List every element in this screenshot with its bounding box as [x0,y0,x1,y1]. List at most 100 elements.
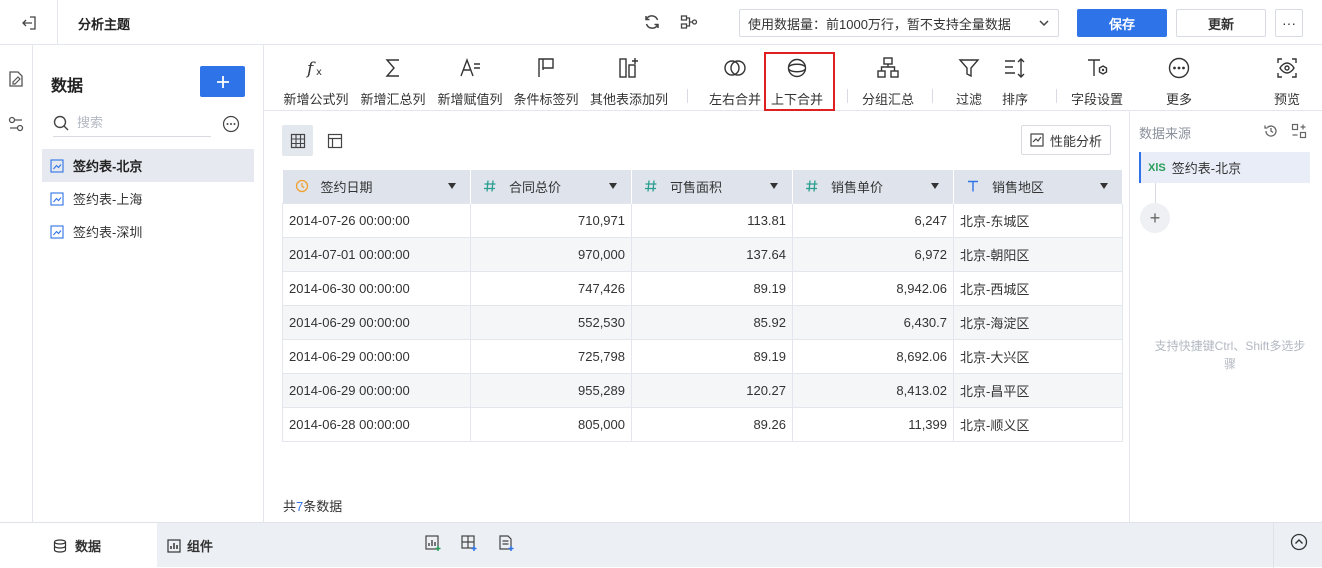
lineage-button[interactable] [679,12,699,32]
column-header[interactable]: 可售面积 [631,170,793,203]
layout-view-button[interactable] [319,125,350,156]
table-cell[interactable]: 8,692.06 [792,338,954,374]
add-data-button[interactable] [200,66,245,97]
table-cell[interactable]: 2014-06-29 00:00:00 [282,304,471,340]
tab-data[interactable]: 数据 [0,523,157,568]
save-button[interactable]: 保存 [1077,9,1167,37]
rail-link-button[interactable] [7,115,27,135]
table-cell[interactable]: 89.26 [631,406,793,442]
table-cell[interactable]: 137.64 [631,236,793,272]
table-cell[interactable]: 北京-大兴区 [953,338,1123,374]
table-cell[interactable]: 北京-朝阳区 [953,236,1123,272]
dataset-item[interactable]: 签约表-北京 [42,149,254,182]
toolbar-vertical-merge-button[interactable]: 上下合并 [755,45,839,111]
caret-down-icon[interactable] [770,183,778,189]
more-options-button[interactable]: ··· [1275,9,1303,37]
performance-analysis-button[interactable]: 性能分析 [1021,125,1111,155]
data-volume-select[interactable]: 使用数据量：前1000万行，暂不支持全量数据 [739,9,1059,37]
column-header[interactable]: 销售地区 [953,170,1123,203]
toolbar-preview-button[interactable]: 预览 [1245,45,1322,111]
toolbar-field-settings-button[interactable]: 字段设置 [1055,45,1139,111]
table-cell[interactable]: 89.19 [631,270,793,306]
table-cell[interactable]: 113.81 [631,202,793,238]
page-title: 分析主题 [78,17,131,32]
caret-down-icon[interactable] [931,183,939,189]
table-cell[interactable]: 11,399 [792,406,954,442]
table-cell[interactable]: 805,000 [470,406,632,442]
layout-icon [327,133,342,148]
search-more-button[interactable] [222,115,240,133]
update-button[interactable]: 更新 [1176,9,1266,37]
add-chart-icon [425,535,441,551]
dataset-item[interactable]: 签约表-上海 [42,182,254,215]
caret-down-icon[interactable] [448,183,456,189]
table-cell[interactable]: 970,000 [470,236,632,272]
add-report-button[interactable] [497,534,517,554]
tab-component[interactable]: 组件 [167,523,213,568]
table-cell[interactable]: 747,426 [470,270,632,306]
table-cell[interactable]: 6,247 [792,202,954,238]
horizontal-merge-icon [722,55,748,81]
refresh-button[interactable] [642,12,662,32]
table-cell[interactable]: 北京-东城区 [953,202,1123,238]
table-cell[interactable]: 2014-07-26 00:00:00 [282,202,471,238]
toolbar-sigma-button[interactable]: 新增汇总列 [351,45,435,111]
toolbar-item-label: 左右合并 [708,92,761,107]
table-cell[interactable]: 8,942.06 [792,270,954,306]
table-cell[interactable]: 89.19 [631,338,793,374]
toolbar-group-summary-button[interactable]: 分组汇总 [846,45,930,111]
table-cell[interactable]: 6,972 [792,236,954,272]
steps-layout-button[interactable] [1291,123,1307,139]
toolbar-assign-button[interactable]: 新增赋值列 [428,45,512,111]
table-cell[interactable]: 北京-海淀区 [953,304,1123,340]
caret-down-icon[interactable] [609,183,617,189]
exit-icon [21,15,36,30]
svg-text:x: x [316,67,322,78]
history-button[interactable] [1263,123,1279,139]
grid-view-button[interactable] [282,125,313,156]
table-cell[interactable]: 2014-06-28 00:00:00 [282,406,471,442]
data-panel-title: 数据 [51,78,84,95]
add-chart-button[interactable] [424,534,444,554]
table-cell[interactable]: 北京-西城区 [953,270,1123,306]
add-step-button[interactable]: + [1140,203,1170,233]
table-cell[interactable]: 2014-07-01 00:00:00 [282,236,471,272]
add-dashboard-button[interactable] [460,534,480,554]
table-cell[interactable]: 710,971 [470,202,632,238]
toolbar-flag-button[interactable]: 条件标签列 [504,45,588,111]
table-cell[interactable]: 2014-06-30 00:00:00 [282,270,471,306]
database-icon [53,538,67,553]
exit-button[interactable] [0,0,58,45]
table-cell[interactable]: 2014-06-29 00:00:00 [282,338,471,374]
top-bar: 分析主题 使用数据量：前1000万行，暂不支持全量数据 保存 更新 ··· [0,0,1322,45]
collapse-button[interactable] [1290,533,1310,553]
plus-icon [216,75,229,88]
toolbar-more-circle-button[interactable]: 更多 [1137,45,1221,111]
toolbar-sort-button[interactable]: 排序 [973,45,1057,111]
column-header[interactable]: 签约日期 [282,170,471,203]
toolbar-separator [687,89,688,103]
table-cell[interactable]: 北京-顺义区 [953,406,1123,442]
toolbar-item-label: 排序 [1001,92,1028,107]
toolbar-separator [847,89,848,103]
step-source[interactable]: XlS 签约表-北京 [1139,152,1310,183]
column-header[interactable]: 销售单价 [792,170,954,203]
table-cell[interactable]: 955,289 [470,372,632,408]
table-cell[interactable]: 2014-06-29 00:00:00 [282,372,471,408]
column-header[interactable]: 合同总价 [470,170,632,203]
table-cell[interactable]: 552,530 [470,304,632,340]
table-cell[interactable]: 85.92 [631,304,793,340]
table-cell[interactable]: 8,413.02 [792,372,954,408]
toolbar-formula-button[interactable]: f x 新增公式列 [274,45,358,111]
table-cell[interactable]: 725,798 [470,338,632,374]
toolbar-add-column-button[interactable]: 其他表添加列 [587,45,671,111]
dataset-item[interactable]: 签约表-深圳 [42,215,254,248]
table-row: 2014-07-01 00:00:00 970,000 137.64 6,972 北京-… [282,236,1123,272]
caret-down-icon[interactable] [1100,183,1108,189]
search-input[interactable] [77,115,197,130]
table-cell[interactable]: 北京-昌平区 [953,372,1123,408]
rail-edit-button[interactable] [7,70,27,90]
table-cell[interactable]: 120.27 [631,372,793,408]
toolbar-item-label: 更多 [1165,92,1192,107]
table-cell[interactable]: 6,430.7 [792,304,954,340]
